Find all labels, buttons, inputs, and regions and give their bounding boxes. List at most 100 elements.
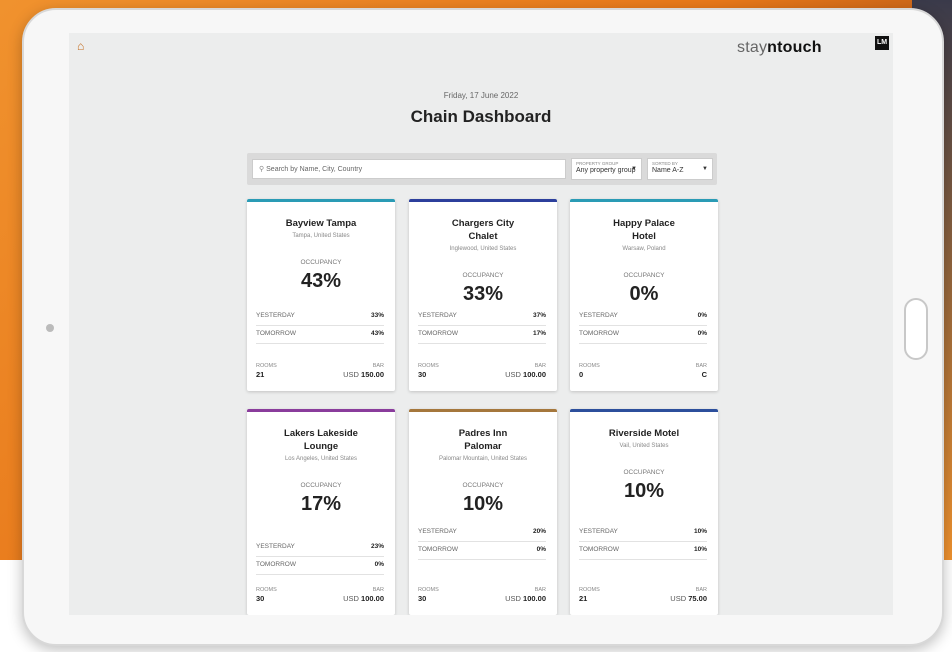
property-group-select[interactable]: PROPERTY GROUP Any property group ▼ (571, 158, 642, 180)
tomorrow-label: TOMORROW (418, 330, 458, 337)
yesterday-row: YESTERDAY 33% (256, 307, 384, 326)
tomorrow-row: TOMORROW 10% (579, 541, 707, 560)
yesterday-label: YESTERDAY (418, 528, 457, 535)
home-logo-icon[interactable]: ⌂ (77, 39, 84, 53)
tomorrow-value: 10% (693, 546, 707, 553)
property-card[interactable]: Padres Inn Palomar Palomar Mountain, Uni… (409, 409, 557, 615)
yesterday-value: 10% (693, 528, 707, 535)
property-location: Inglewood, United States (449, 246, 517, 252)
tomorrow-value: 0% (536, 546, 546, 553)
occupancy-label: OCCUPANCY (462, 482, 504, 489)
tomorrow-value: 17% (532, 330, 546, 337)
sort-value: Name A-Z (652, 167, 684, 174)
yesterday-row: YESTERDAY 37% (418, 307, 546, 326)
card-footer: ROOMS 0 BAR C (579, 363, 707, 381)
occupancy-label: OCCUPANCY (462, 272, 504, 279)
occupancy-label: OCCUPANCY (300, 259, 342, 266)
yesterday-value: 20% (532, 528, 546, 535)
rooms-label: ROOMS (256, 587, 277, 593)
yesterday-value: 33% (370, 312, 384, 319)
user-avatar[interactable]: LM (875, 36, 889, 50)
yesterday-row: YESTERDAY 0% (579, 307, 707, 326)
yesterday-row: YESTERDAY 23% (256, 538, 384, 557)
occupancy-label: OCCUPANCY (623, 272, 665, 279)
tomorrow-row: TOMORROW 17% (418, 325, 546, 344)
card-accent-bar (570, 409, 718, 412)
occupancy-value: 43% (300, 270, 342, 292)
rooms-label: ROOMS (579, 587, 600, 593)
yesterday-label: YESTERDAY (256, 312, 295, 319)
card-footer: ROOMS 30 BAR USD 100.00 (418, 363, 546, 381)
occupancy-value: 10% (462, 493, 504, 515)
card-footer: ROOMS 30 BAR USD 100.00 (256, 587, 384, 605)
card-accent-bar (247, 199, 395, 202)
tablet-home-button[interactable] (904, 298, 928, 360)
card-footer: ROOMS 21 BAR USD 150.00 (256, 363, 384, 381)
property-card[interactable]: Bayview Tampa Tampa, United States OCCUP… (247, 199, 395, 391)
yesterday-value: 37% (532, 312, 546, 319)
bar-value: USD 100.00 (343, 594, 384, 603)
current-date: Friday, 17 June 2022 (443, 91, 519, 100)
yesterday-value: 0% (697, 312, 707, 319)
tomorrow-value: 0% (697, 330, 707, 337)
rooms-label: ROOMS (579, 363, 600, 369)
property-location: Los Angeles, United States (284, 456, 358, 462)
rooms-value: 30 (418, 370, 427, 379)
tomorrow-label: TOMORROW (256, 561, 296, 568)
search-icon: ⚲ (259, 166, 265, 173)
app-screen: ⌂ stayntouch LM Friday, 17 June 2022 Cha… (69, 33, 893, 615)
rooms-label: ROOMS (256, 363, 277, 369)
property-name: Bayview Tampa (285, 218, 357, 229)
yesterday-label: YESTERDAY (579, 528, 618, 535)
bar-label: BAR (372, 363, 384, 369)
bar-label: BAR (695, 363, 707, 369)
property-name: Lakers Lakeside Lounge (284, 428, 358, 452)
sort-select[interactable]: SORTED BY Name A-Z ▼ (647, 158, 713, 180)
property-card[interactable]: Riverside Motel Vail, United States OCCU… (570, 409, 718, 615)
occupancy-label: OCCUPANCY (300, 482, 342, 489)
yesterday-value: 23% (370, 543, 384, 550)
card-accent-bar (409, 199, 557, 202)
occupancy-label: OCCUPANCY (623, 469, 665, 476)
bar-value: C (701, 370, 707, 379)
card-accent-bar (409, 409, 557, 412)
tomorrow-label: TOMORROW (579, 546, 619, 553)
occupancy-value: 10% (623, 480, 665, 502)
tomorrow-row: TOMORROW 0% (256, 556, 384, 575)
property-card[interactable]: Happy Palace Hotel Warsaw, Poland OCCUPA… (570, 199, 718, 391)
yesterday-label: YESTERDAY (256, 543, 295, 550)
property-card[interactable]: Lakers Lakeside Lounge Los Angeles, Unit… (247, 409, 395, 615)
tablet-frame: ⌂ stayntouch LM Friday, 17 June 2022 Cha… (22, 8, 944, 646)
search-input[interactable]: ⚲ Search by Name, City, Country (252, 159, 566, 179)
property-name: Padres Inn Palomar (458, 428, 508, 452)
card-footer: ROOMS 21 BAR USD 75.00 (579, 587, 707, 605)
occupancy-value: 33% (462, 283, 504, 305)
property-location: Palomar Mountain, United States (438, 456, 528, 462)
bar-value: USD 100.00 (505, 370, 546, 379)
bar-value: USD 100.00 (505, 594, 546, 603)
yesterday-row: YESTERDAY 10% (579, 523, 707, 542)
rooms-label: ROOMS (418, 363, 439, 369)
rooms-value: 30 (418, 594, 427, 603)
bar-value: USD 75.00 (670, 594, 707, 603)
tomorrow-label: TOMORROW (418, 546, 458, 553)
rooms-value: 21 (579, 594, 588, 603)
tomorrow-value: 0% (374, 561, 384, 568)
filter-bar: ⚲ Search by Name, City, Country PROPERTY … (247, 153, 717, 185)
property-card[interactable]: Chargers City Chalet Inglewood, United S… (409, 199, 557, 391)
bar-label: BAR (695, 587, 707, 593)
occupancy-value: 17% (300, 493, 342, 515)
tomorrow-label: TOMORROW (256, 330, 296, 337)
bar-value: USD 150.00 (343, 370, 384, 379)
property-group-value: Any property group (576, 167, 636, 174)
property-name: Chargers City Chalet (451, 218, 515, 242)
card-accent-bar (247, 409, 395, 412)
property-location: Warsaw, Poland (622, 246, 666, 252)
card-footer: ROOMS 30 BAR USD 100.00 (418, 587, 546, 605)
bar-label: BAR (534, 587, 546, 593)
page-title: Chain Dashboard (410, 107, 552, 126)
rooms-label: ROOMS (418, 587, 439, 593)
yesterday-label: YESTERDAY (579, 312, 618, 319)
property-location: Tampa, United States (292, 233, 350, 239)
chevron-down-icon: ▼ (631, 166, 637, 172)
